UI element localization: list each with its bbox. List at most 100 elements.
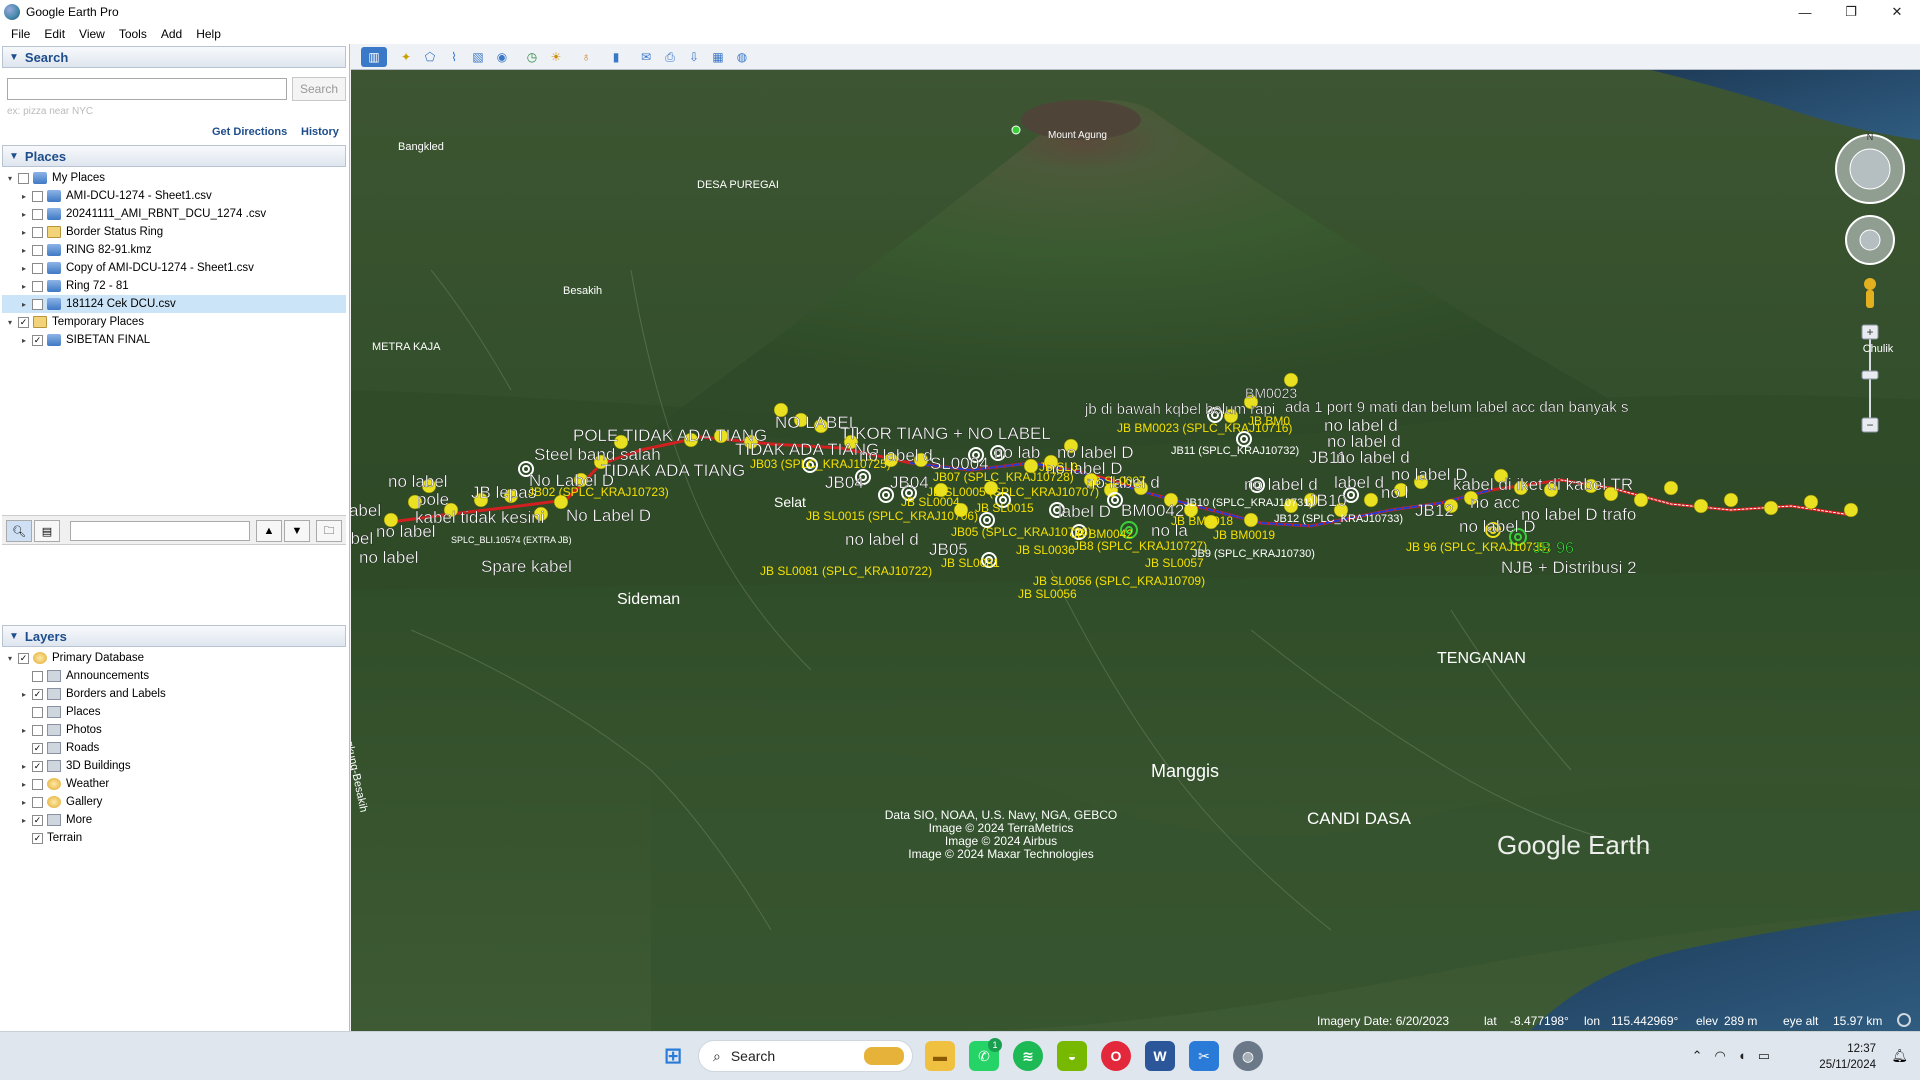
chevron-up-icon[interactable]: ⌃ <box>1692 1048 1703 1064</box>
layers-item[interactable]: ✓ Roads <box>2 739 346 757</box>
layers-item[interactable]: ▸ ✓ More <box>2 811 346 829</box>
sunlight-icon[interactable]: ☀ <box>545 47 567 67</box>
notification-bell-icon[interactable]: 🔔︎ <box>1891 1048 1908 1064</box>
visibility-checkbox[interactable]: ✓ <box>18 652 29 664</box>
layers-item[interactable]: ✓ Terrain <box>2 829 346 847</box>
spotify-icon[interactable]: ≋ <box>1013 1041 1043 1071</box>
battery-icon[interactable]: ▭ <box>1758 1048 1770 1064</box>
places-item[interactable]: ▸ Copy of AMI-DCU-1274 - Sheet1.csv <box>2 259 346 277</box>
visibility-checkbox[interactable] <box>18 172 29 184</box>
zoom-slider-thumb[interactable] <box>1861 370 1879 380</box>
windows-start-icon[interactable]: ⊞ <box>658 1041 688 1071</box>
record-tour-icon[interactable]: ◉ <box>491 47 513 67</box>
visibility-checkbox[interactable] <box>32 796 43 808</box>
layers-item[interactable]: ▸ Gallery <box>2 793 346 811</box>
visibility-checkbox[interactable] <box>32 244 43 256</box>
maximize-button[interactable]: ❐ <box>1828 0 1874 24</box>
panel-toggle-icon[interactable]: ▤ <box>34 520 60 542</box>
image-overlay-icon[interactable]: ▧ <box>467 47 489 67</box>
google-earth-taskbar-icon[interactable]: ◍ <box>1233 1041 1263 1071</box>
visibility-checkbox[interactable]: ✓ <box>32 760 43 772</box>
visibility-checkbox[interactable] <box>32 280 43 292</box>
visibility-checkbox[interactable] <box>32 262 43 274</box>
expand-arrow-icon[interactable]: ▸ <box>18 816 30 825</box>
view-in-maps-icon[interactable]: ▦ <box>707 47 729 67</box>
search-input[interactable] <box>7 78 287 100</box>
planets-icon[interactable]: ♁ <box>575 47 597 67</box>
expand-arrow-icon[interactable]: ▸ <box>18 798 30 807</box>
layers-item[interactable]: ▸ ✓ Borders and Labels <box>2 685 346 703</box>
layers-item[interactable]: ▸ ✓ 3D Buildings <box>2 757 346 775</box>
globe-icon[interactable]: ◍ <box>731 47 753 67</box>
layers-item[interactable]: ▸ Photos <box>2 721 346 739</box>
hand-icon[interactable] <box>1859 229 1881 251</box>
search-places-icon[interactable]: 🔍︎ <box>6 520 32 542</box>
expand-arrow-icon[interactable]: ▸ <box>18 210 30 219</box>
ruler-icon[interactable]: ▮ <box>605 47 627 67</box>
layers-item[interactable]: ▾ ✓ Primary Database <box>2 649 346 667</box>
minimize-button[interactable]: — <box>1782 0 1828 24</box>
layers-item[interactable]: Places <box>2 703 346 721</box>
layers-panel-header[interactable]: ▼ Layers <box>2 625 346 647</box>
visibility-checkbox[interactable]: ✓ <box>32 742 43 754</box>
places-item[interactable]: ▸ ✓ SIBETAN FINAL <box>2 331 346 349</box>
look-center-eye-icon[interactable] <box>1849 148 1891 190</box>
menu-view[interactable]: View <box>72 27 112 41</box>
layers-item[interactable]: Announcements <box>2 667 346 685</box>
street-view-pegman-icon[interactable] <box>1864 278 1876 290</box>
expand-arrow-icon[interactable]: ▾ <box>4 174 16 183</box>
file-explorer-icon[interactable]: ▬ <box>925 1041 955 1071</box>
places-item[interactable]: ▾ ✓ Temporary Places <box>2 313 346 331</box>
add-polygon-icon[interactable]: ⬠ <box>419 47 441 67</box>
visibility-checkbox[interactable]: ✓ <box>18 316 29 328</box>
menu-add[interactable]: Add <box>154 27 189 41</box>
places-item[interactable]: ▸ RING 82-91.kmz <box>2 241 346 259</box>
volume-icon[interactable]: ◖ <box>1738 1048 1746 1064</box>
map-view[interactable]: ▥ ✦ ⬠ ⌇ ▧ ◉ ◷ ☀ ♁ ▮ ✉ ⎙ ⇩ ▦ ◍ Bangkled D… <box>351 44 1920 1031</box>
visibility-checkbox[interactable] <box>32 226 43 238</box>
expand-arrow-icon[interactable]: ▸ <box>18 282 30 291</box>
add-path-icon[interactable]: ⌇ <box>443 47 465 67</box>
history-link[interactable]: History <box>301 126 339 138</box>
expand-arrow-icon[interactable]: ▸ <box>18 762 30 771</box>
visibility-checkbox[interactable] <box>32 670 43 682</box>
expand-arrow-icon[interactable]: ▾ <box>4 318 16 327</box>
move-up-icon[interactable]: ▲ <box>256 520 282 542</box>
visibility-checkbox[interactable] <box>32 298 43 310</box>
wifi-icon[interactable]: ◠ <box>1715 1048 1726 1064</box>
visibility-checkbox[interactable] <box>32 706 43 718</box>
earth-3d-view[interactable]: Bangkled DESA PUREGAI Mount Agung Besaki… <box>351 70 1920 1031</box>
search-button[interactable]: Search <box>292 77 346 101</box>
folder-open-icon[interactable]: 🗀 <box>316 520 342 542</box>
visibility-checkbox[interactable]: ✓ <box>32 814 43 826</box>
get-directions-link[interactable]: Get Directions <box>212 126 287 138</box>
move-down-icon[interactable]: ▼ <box>284 520 310 542</box>
layers-item[interactable]: ▸ Weather <box>2 775 346 793</box>
add-placemark-icon[interactable]: ✦ <box>395 47 417 67</box>
expand-arrow-icon[interactable]: ▸ <box>18 690 30 699</box>
places-item[interactable]: ▸ 181124 Cek DCU.csv <box>2 295 346 313</box>
expand-arrow-icon[interactable]: ▸ <box>18 300 30 309</box>
historical-imagery-icon[interactable]: ◷ <box>521 47 543 67</box>
expand-arrow-icon[interactable]: ▸ <box>18 228 30 237</box>
places-item[interactable]: ▸ 20241111_AMI_RBNT_DCU_1274 .csv <box>2 205 346 223</box>
menu-tools[interactable]: Tools <box>112 27 154 41</box>
close-button[interactable]: ✕ <box>1874 0 1920 24</box>
visibility-checkbox[interactable] <box>32 724 43 736</box>
visibility-checkbox[interactable]: ✓ <box>32 688 43 700</box>
opera-icon[interactable]: O <box>1101 1041 1131 1071</box>
search-panel-header[interactable]: ▼ Search <box>2 46 346 68</box>
places-panel-header[interactable]: ▼ Places <box>2 145 346 167</box>
print-icon[interactable]: ⎙ <box>659 47 681 67</box>
places-item[interactable]: ▸ Border Status Ring <box>2 223 346 241</box>
email-icon[interactable]: ✉ <box>635 47 657 67</box>
expand-arrow-icon[interactable]: ▸ <box>18 192 30 201</box>
expand-arrow-icon[interactable]: ▸ <box>18 246 30 255</box>
expand-arrow-icon[interactable]: ▸ <box>18 780 30 789</box>
menu-file[interactable]: File <box>4 27 37 41</box>
expand-arrow-icon[interactable]: ▾ <box>4 654 16 663</box>
expand-arrow-icon[interactable]: ▸ <box>18 336 30 345</box>
visibility-checkbox[interactable] <box>32 778 43 790</box>
snipping-tool-icon[interactable]: ✂ <box>1189 1041 1219 1071</box>
visibility-checkbox[interactable]: ✓ <box>32 832 43 844</box>
